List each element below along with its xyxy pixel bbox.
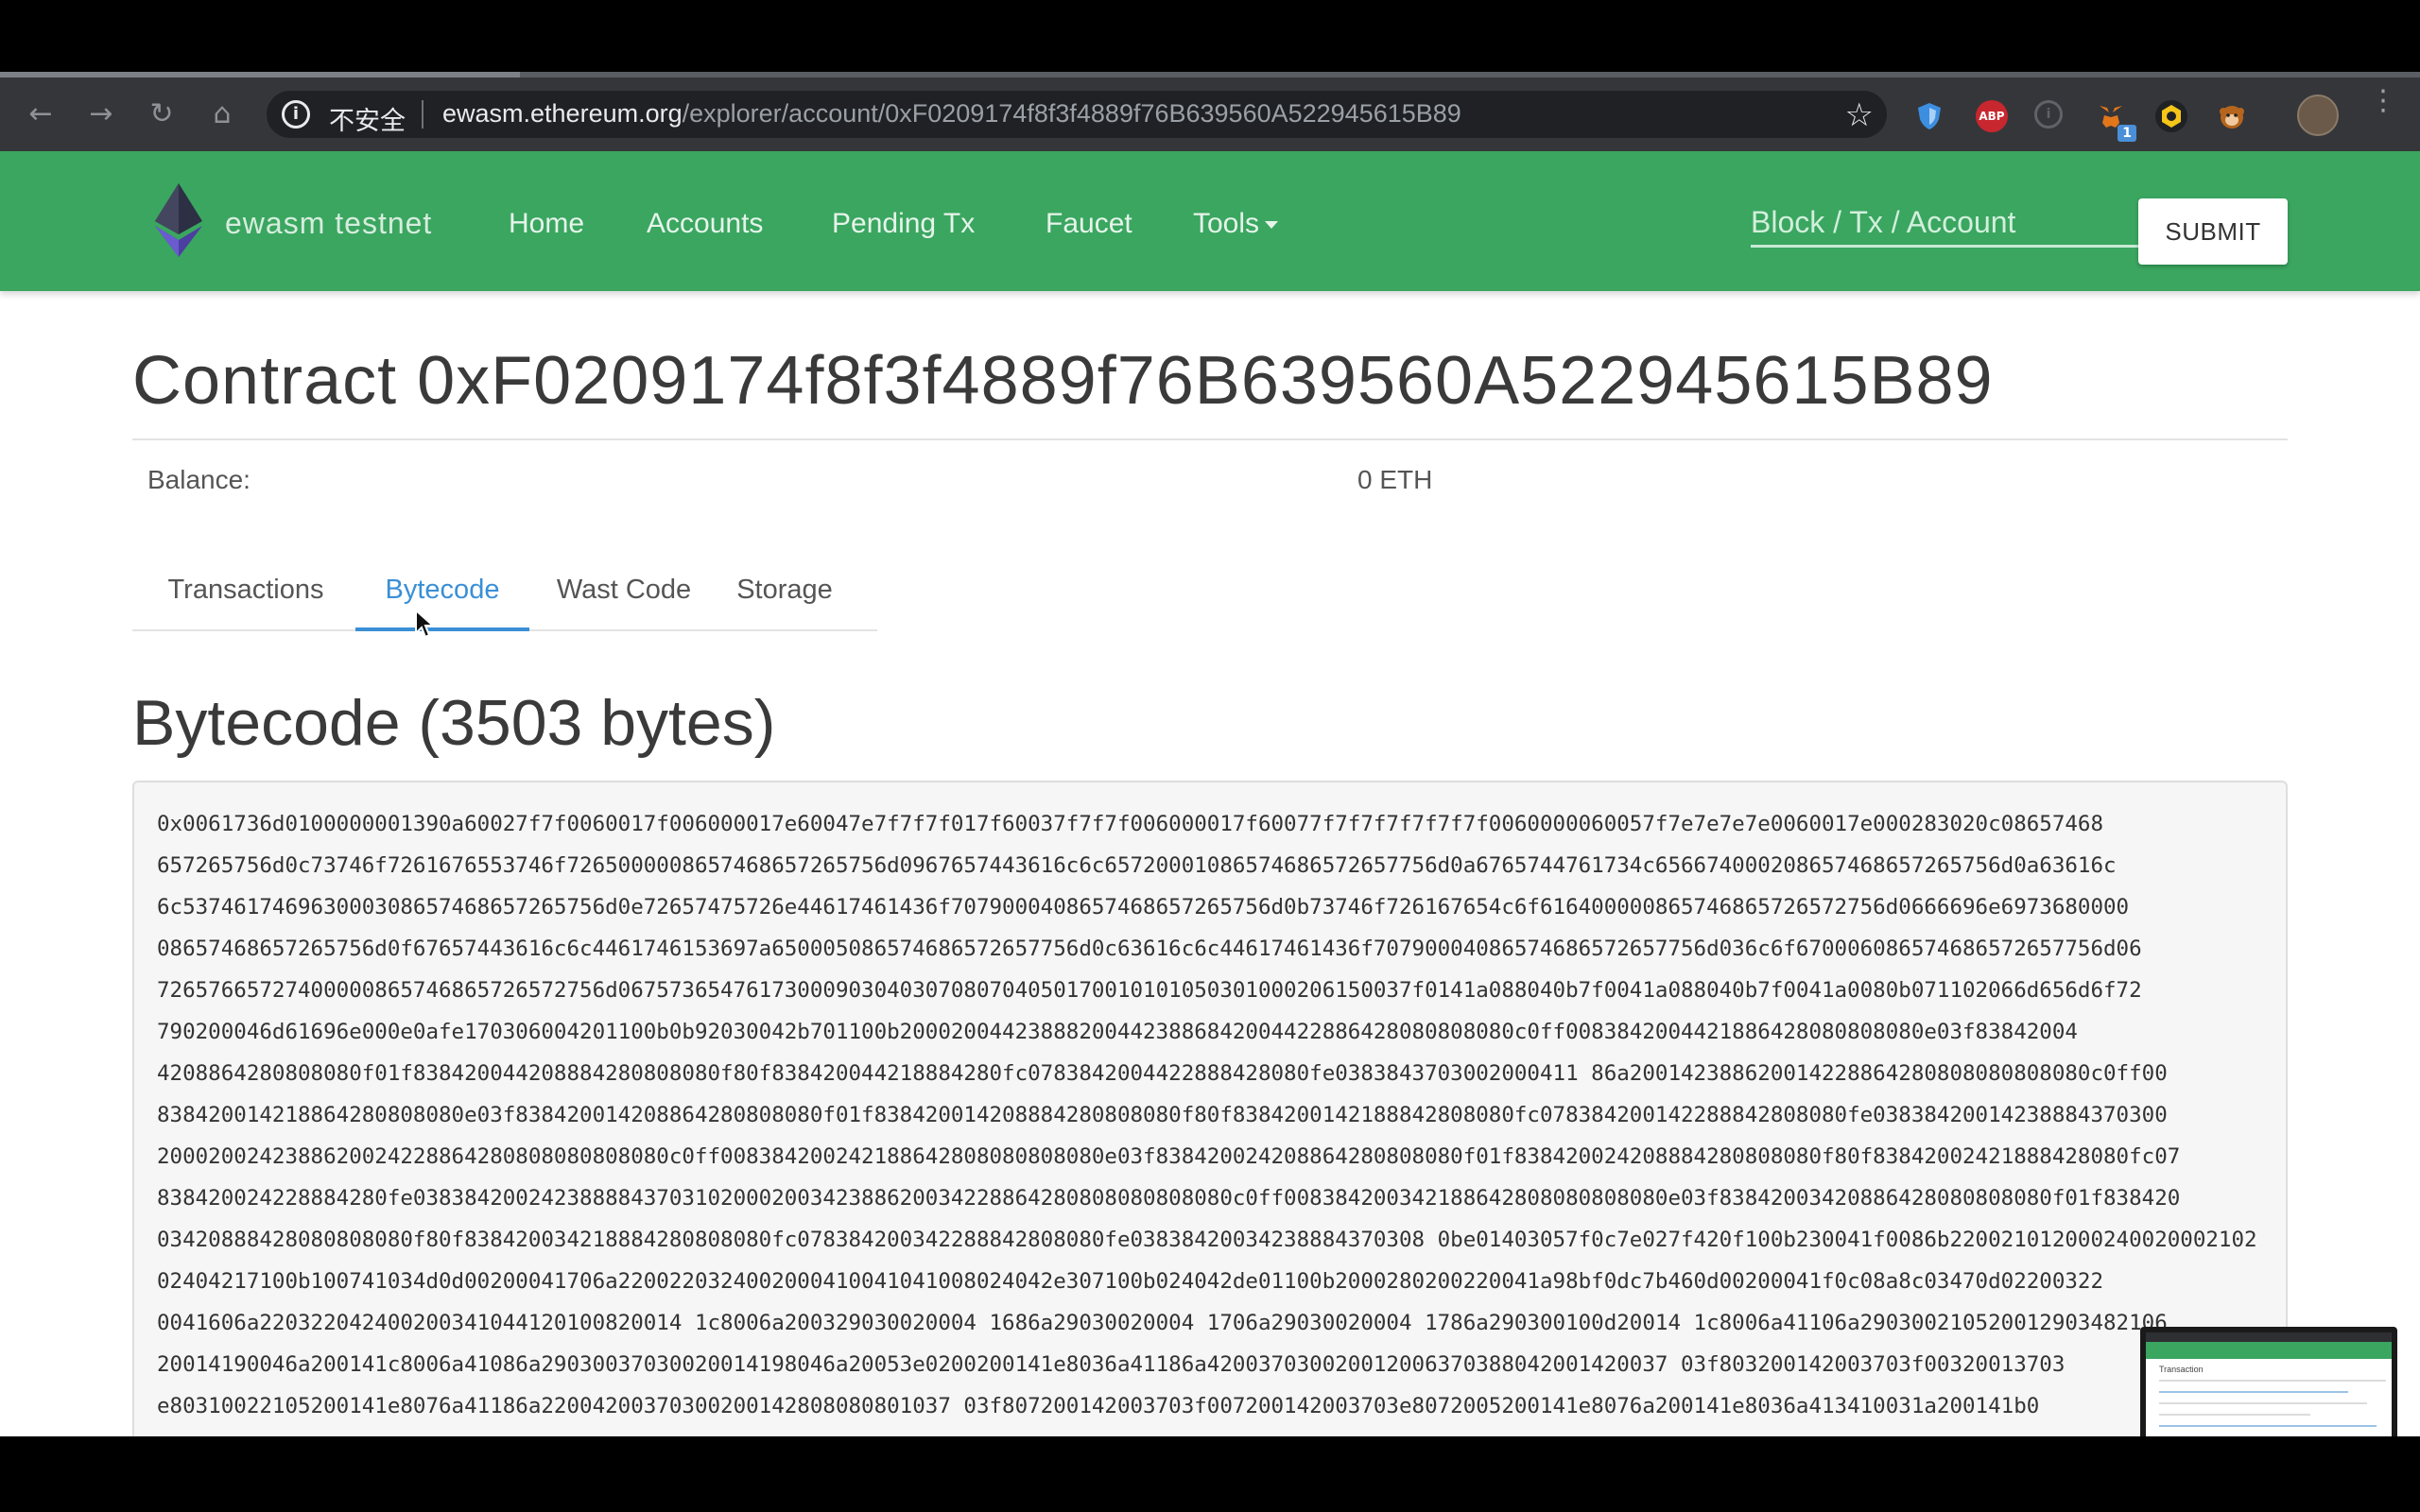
nav-pending-tx[interactable]: Pending Tx: [832, 208, 975, 240]
thumbnail-line: [2159, 1380, 2386, 1382]
bytecode-line: 657265756d0c73746f7261676553746f72650000…: [157, 853, 2117, 878]
bytecode-line: 838420014218864280808080e03f838420014208…: [157, 1103, 2168, 1127]
monkey-icon[interactable]: [2216, 100, 2248, 132]
thumbnail-title: Transaction: [2159, 1365, 2204, 1374]
back-arrow-icon[interactable]: ←: [23, 96, 59, 132]
profile-avatar[interactable]: [2297, 94, 2339, 136]
info-circle-icon[interactable]: i: [2034, 100, 2063, 129]
brand-name[interactable]: ewasm testnet: [225, 206, 432, 241]
mouse-cursor-icon: [415, 609, 435, 639]
nav-accounts[interactable]: Accounts: [647, 208, 763, 240]
reload-icon[interactable]: ↻: [144, 96, 180, 132]
thumbnail-line: [2159, 1414, 2310, 1416]
page-title: Contract 0xF0209174f8f3f4889f76B639560A5…: [132, 343, 1994, 419]
bytecode-heading: Bytecode (3503 bytes): [132, 687, 776, 759]
title-divider: [132, 438, 2288, 440]
bytecode-line: 0041606a22032204240020034104412010082001…: [157, 1311, 2168, 1335]
bytecode-line: e80310022105200141e8076a41186a2200420037…: [157, 1394, 2040, 1418]
bytecode-line: 838420024228884280fe03838420024238888437…: [157, 1186, 2181, 1211]
bytecode-panel[interactable]: 0x0061736d0100000001390a60027f7f0060017f…: [132, 781, 2288, 1436]
ethereum-logo-icon[interactable]: [153, 181, 204, 259]
shield-icon[interactable]: [1913, 100, 1945, 132]
info-icon[interactable]: i: [282, 100, 310, 129]
tab-wast-code[interactable]: Wast Code: [548, 575, 700, 631]
site-navbar: ewasm testnet Home Accounts Pending Tx F…: [0, 151, 2420, 291]
search-input[interactable]: [1751, 200, 2138, 248]
nav-tools-label: Tools: [1193, 208, 1260, 239]
bytecode-line: 0x0061736d0100000001390a60027f7f0060017f…: [157, 812, 2104, 836]
metamask-fox-icon[interactable]: 1: [2095, 100, 2136, 142]
bookmark-star-icon[interactable]: ☆: [1845, 96, 1874, 134]
forward-arrow-icon[interactable]: →: [83, 96, 119, 132]
bytecode-line: 08657468657265756d0f67657443616c6c446174…: [157, 936, 2142, 961]
browser-toolbar: ← → ↻ ⌂ i 不安全 ewasm.ethereum.org/explore…: [0, 77, 2420, 151]
nav-home[interactable]: Home: [509, 208, 584, 240]
hexagon-icon[interactable]: [2155, 100, 2187, 132]
bytecode-text: 0x0061736d0100000001390a60027f7f0060017f…: [157, 803, 2265, 1427]
address-divider: [422, 100, 424, 129]
bytecode-line: 6c537461746963000308657468657265756d0e72…: [157, 895, 2130, 919]
abp-icon[interactable]: ABP: [1976, 100, 2008, 132]
bytecode-line: 20014190046a200141c8006a41086a2903003703…: [157, 1352, 2066, 1377]
nav-faucet[interactable]: Faucet: [1046, 208, 1132, 240]
tab-transactions[interactable]: Transactions: [161, 575, 331, 631]
screen-bottom-bar: [0, 1436, 2420, 1512]
bytecode-line: 790200046d61696e000e0afe170306004201100b…: [157, 1020, 2078, 1044]
thumbnail-line: [2159, 1425, 2377, 1427]
web-page: ewasm testnet Home Accounts Pending Tx F…: [0, 151, 2420, 1436]
contract-tabs: Transactions Bytecode Wast Code Storage: [132, 575, 877, 631]
url-text[interactable]: ewasm.ethereum.org/explorer/account/0xF0…: [442, 99, 1461, 129]
bytecode-line: 72657665727400000865746865726572756d0675…: [157, 978, 2142, 1003]
balance-value: 0 ETH: [1357, 465, 1433, 494]
url-path: /explorer/account/0xF0209174f8f3f4889f76…: [682, 99, 1461, 128]
bytecode-line: 02404217100b100741034d0d00200041706a2200…: [157, 1269, 2104, 1294]
thumbnail-line: [2159, 1391, 2348, 1393]
caret-down-icon: [1265, 221, 1279, 230]
bytecode-line: 4208864280808080f01f83842004420888428080…: [157, 1061, 2168, 1086]
home-icon[interactable]: ⌂: [204, 96, 240, 132]
nav-tools-dropdown[interactable]: Tools: [1193, 208, 1279, 240]
submit-button[interactable]: SUBMIT: [2138, 198, 2288, 265]
security-label[interactable]: 不安全: [329, 100, 406, 137]
screen-top-bar: [0, 0, 2420, 74]
url-host: ewasm.ethereum.org: [442, 99, 683, 128]
tab-bytecode[interactable]: Bytecode: [355, 575, 529, 631]
address-bar[interactable]: i 不安全 ewasm.ethereum.org/explorer/accoun…: [267, 91, 1887, 138]
tab-storage[interactable]: Storage: [720, 575, 849, 631]
browser-menu-icon[interactable]: ⋮: [2369, 87, 2397, 115]
extension-badge: 1: [2118, 125, 2136, 142]
balance-label: Balance:: [147, 465, 251, 494]
bytecode-line: 2000200242388620024228864280808080808080…: [157, 1144, 2181, 1169]
thumbnail-line: [2159, 1402, 2367, 1404]
thumbnail-navbar: [2146, 1342, 2392, 1359]
bytecode-line: 03420888428080808080f80f8384200342188842…: [157, 1228, 2257, 1252]
